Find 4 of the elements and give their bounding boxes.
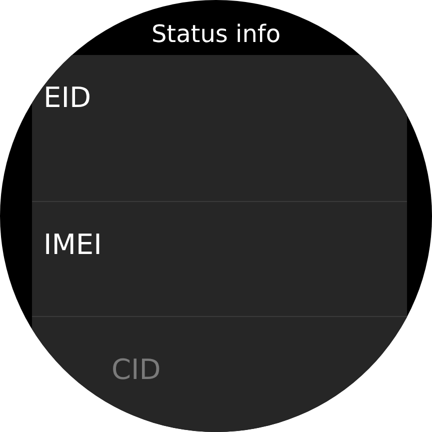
- list-item[interactable]: CID: [112, 353, 161, 386]
- list-item[interactable]: IMEI: [44, 228, 102, 261]
- screen-title: Status info: [151, 20, 281, 50]
- list-item[interactable]: EID: [44, 81, 92, 114]
